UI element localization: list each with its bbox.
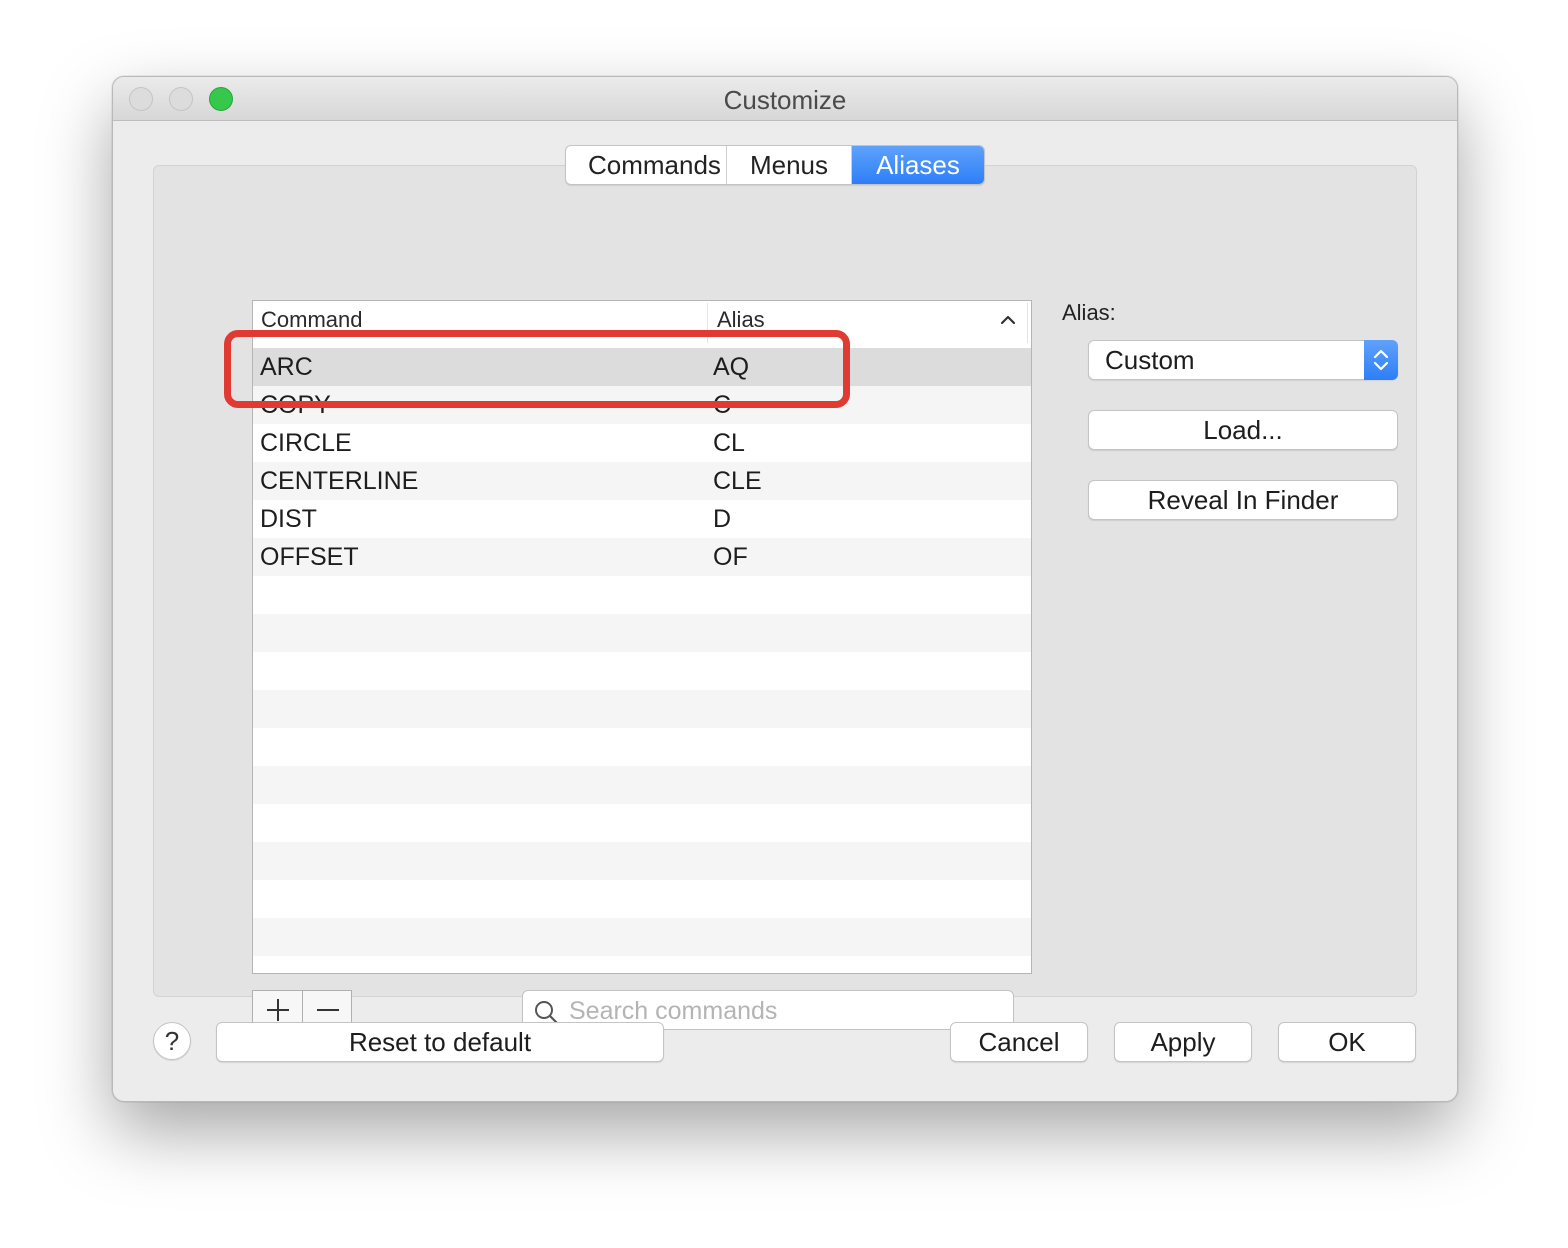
ok-button[interactable]: OK — [1278, 1022, 1416, 1062]
alias-label: Alias: — [1062, 300, 1116, 325]
empty-row — [253, 614, 1031, 652]
tab-commands[interactable]: Commands — [566, 146, 727, 184]
window-title: Customize — [723, 85, 847, 115]
command-cell: OFFSET — [260, 543, 359, 571]
table-row[interactable]: OFFSET OF — [253, 538, 1031, 576]
empty-row — [253, 956, 1031, 973]
table-row[interactable]: CENTERLINE CLE — [253, 462, 1031, 500]
title-bar: Customize — [113, 77, 1457, 121]
alias-cell: CL — [713, 429, 745, 457]
load-button[interactable]: Load... — [1088, 410, 1398, 450]
table-row[interactable]: DIST D — [253, 500, 1031, 538]
empty-row — [253, 918, 1031, 956]
help-button[interactable]: ? — [153, 1022, 191, 1060]
reset-to-default-button[interactable]: Reset to default — [216, 1022, 664, 1062]
empty-row — [253, 766, 1031, 804]
command-cell: CIRCLE — [260, 429, 352, 457]
reveal-in-finder-button[interactable]: Reveal In Finder — [1088, 480, 1398, 520]
alias-cell: OF — [713, 543, 748, 571]
empty-row — [253, 652, 1031, 690]
table-body: ARC AQ COPY C CIRCLE CL CENTERLINE CLE D… — [253, 348, 1031, 973]
highlight-annotation — [224, 330, 850, 408]
minus-icon — [316, 1009, 339, 1011]
tab-aliases[interactable]: Aliases — [852, 146, 984, 184]
alias-cell: D — [713, 505, 732, 533]
empty-row — [253, 842, 1031, 880]
cancel-button[interactable]: Cancel — [950, 1022, 1088, 1062]
aliases-panel: Command Alias ARC AQ COPY C CIRCLE CL CE… — [153, 165, 1417, 1030]
command-cell: DIST — [260, 505, 317, 533]
table-row[interactable]: CIRCLE CL — [253, 424, 1031, 462]
chevron-up-down-icon — [1373, 349, 1389, 371]
tab-menus[interactable]: Menus — [727, 146, 852, 184]
command-cell: CENTERLINE — [260, 467, 419, 495]
tab-bar: Commands Menus Aliases — [565, 145, 985, 185]
select-stepper[interactable] — [1364, 340, 1398, 380]
alias-select[interactable]: Custom — [1088, 340, 1398, 380]
empty-row — [253, 728, 1031, 766]
empty-row — [253, 690, 1031, 728]
plus-icon — [267, 999, 289, 1021]
empty-row — [253, 576, 1031, 614]
empty-row — [253, 880, 1031, 918]
column-divider — [1027, 303, 1028, 343]
customize-window: Customize Command Alias ARC AQ COPY C CI… — [112, 76, 1458, 1102]
alias-select-value: Custom — [1105, 345, 1195, 375]
alias-cell: CLE — [713, 467, 762, 495]
chevron-up-icon[interactable] — [999, 311, 1017, 329]
apply-button[interactable]: Apply — [1114, 1022, 1252, 1062]
empty-row — [253, 804, 1031, 842]
